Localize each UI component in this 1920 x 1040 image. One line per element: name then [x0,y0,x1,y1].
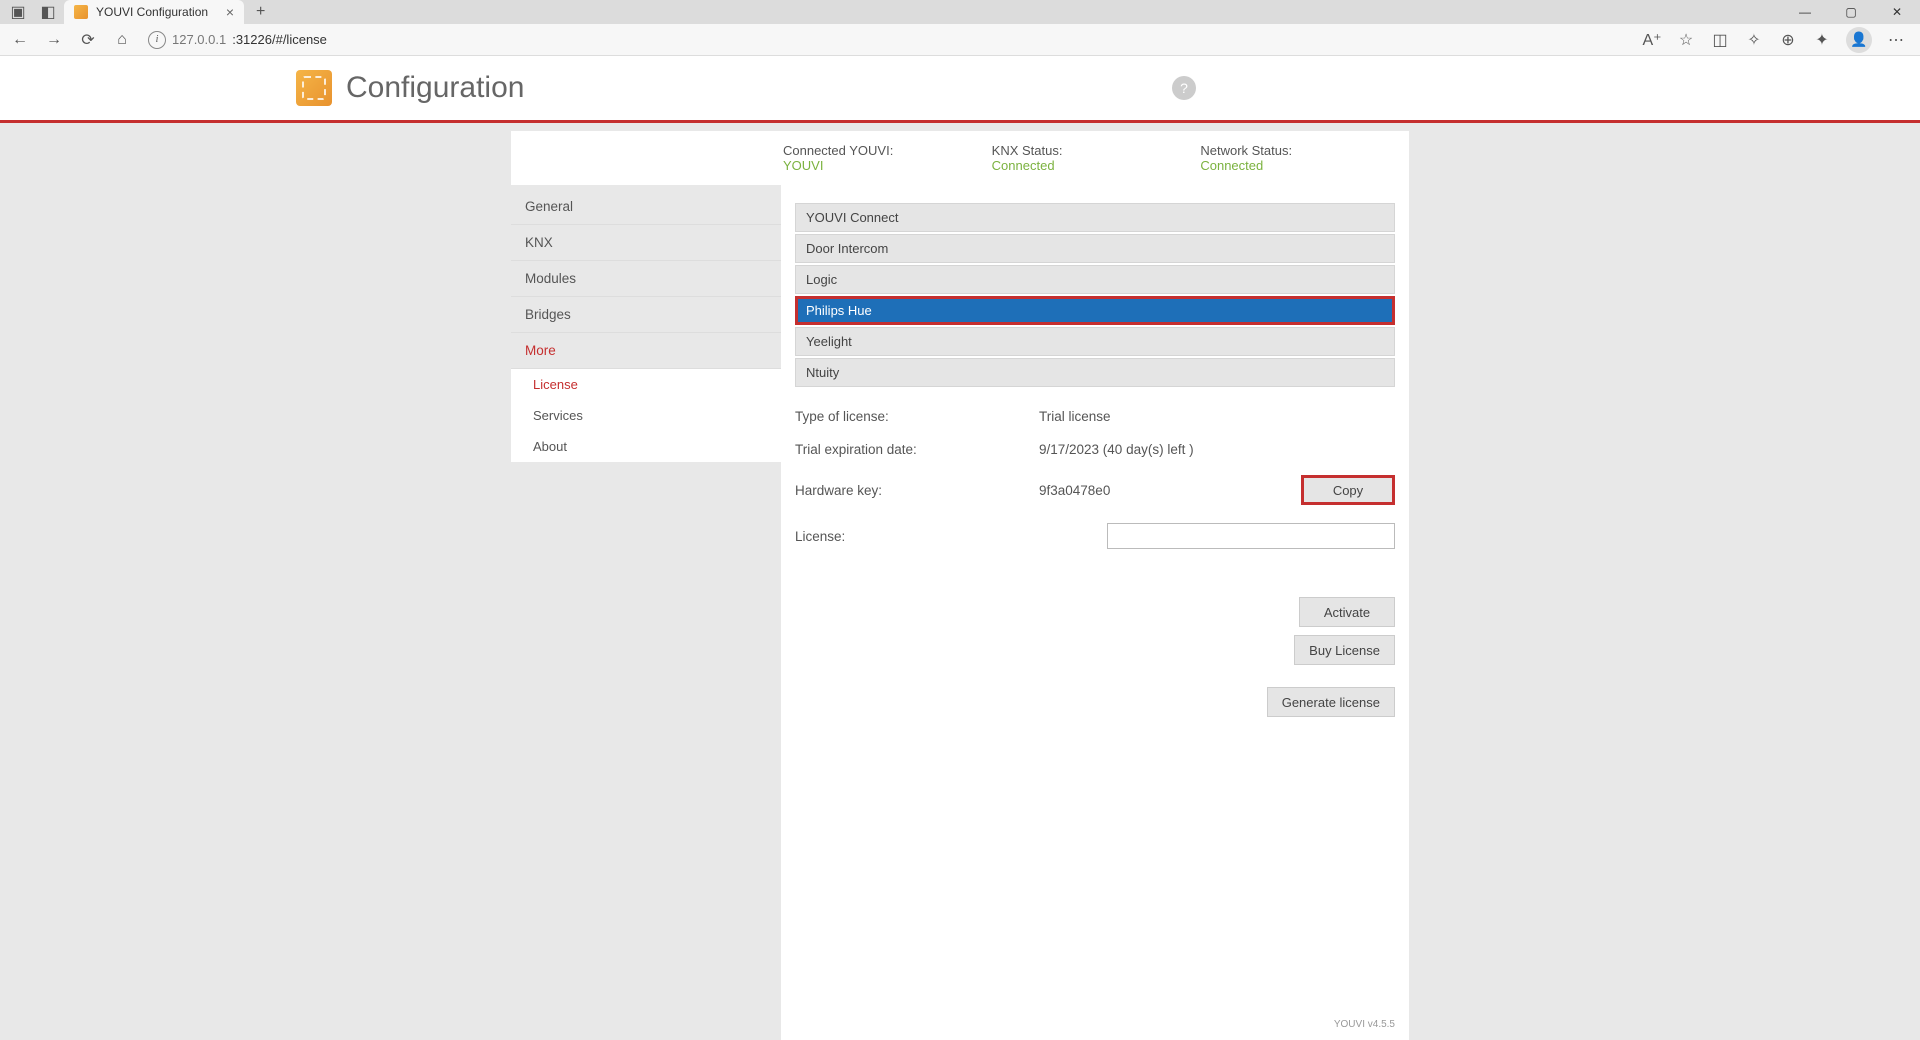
page-title: Configuration [346,71,524,105]
window-maximize-button[interactable]: ▢ [1828,0,1874,24]
module-item-logic[interactable]: Logic [795,265,1395,294]
generate-license-button[interactable]: Generate license [1267,687,1395,717]
status-network-label: Network Status: [1200,143,1409,158]
status-row: Connected YOUVI: YOUVI KNX Status: Conne… [511,131,1409,185]
forward-button[interactable]: → [42,28,66,52]
url-host: 127.0.0.1 [172,32,226,47]
license-expiration-label: Trial expiration date: [795,442,1039,457]
favorites-bar-icon[interactable]: ✧ [1744,30,1764,50]
tab-overview-icon[interactable]: ◧ [40,4,56,20]
module-item-yeelight[interactable]: Yeelight [795,327,1395,356]
activate-button[interactable]: Activate [1299,597,1395,627]
hardware-key-value: 9f3a0478e0 [1039,483,1301,498]
collections-icon[interactable]: ⊕ [1778,30,1798,50]
license-type-label: Type of license: [795,409,1039,424]
app-logo [296,70,332,106]
main-canvas: Connected YOUVI: YOUVI KNX Status: Conne… [0,123,1920,1040]
url-path: :31226/#/license [232,32,327,47]
status-connected-value: YOUVI [783,158,992,173]
home-button[interactable]: ⌂ [110,28,134,52]
window-minimize-button[interactable]: ― [1782,0,1828,24]
site-info-icon[interactable]: i [148,31,166,49]
tab-title: YOUVI Configuration [96,5,208,19]
status-connected-label: Connected YOUVI: [783,143,992,158]
reload-button[interactable]: ⟳ [76,28,100,52]
license-expiration-value: 9/17/2023 (40 day(s) left ) [1039,442,1395,457]
copy-button[interactable]: Copy [1301,475,1395,505]
browser-toolbar: ← → ⟳ ⌂ i 127.0.0.1 :31226/#/license A⁺ ☆… [0,24,1920,56]
tab-favicon [74,5,88,19]
content-area: YOUVI Connect Door Intercom Logic Philip… [781,185,1409,1040]
module-list: YOUVI Connect Door Intercom Logic Philip… [795,203,1395,387]
action-buttons: Activate Buy License Generate license [795,597,1395,717]
sidebar-item-bridges[interactable]: Bridges [511,297,781,333]
split-screen-icon[interactable]: ◫ [1710,30,1730,50]
favorite-icon[interactable]: ☆ [1676,30,1696,50]
app-header: Configuration ? [0,56,1920,120]
sidebar-item-more[interactable]: More [511,333,781,369]
sidebar-item-modules[interactable]: Modules [511,261,781,297]
help-button[interactable]: ? [1172,76,1196,100]
window-titlebar: ▣ ◧ YOUVI Configuration × + ― ▢ ✕ [0,0,1920,24]
more-menu-icon[interactable]: ⋯ [1886,30,1906,50]
back-button[interactable]: ← [8,28,32,52]
license-input-label: License: [795,529,1039,544]
sidebar-sub-about[interactable]: About [511,431,781,462]
tab-close-icon[interactable]: × [226,4,234,20]
sidebar-sub-services[interactable]: Services [511,400,781,431]
extensions-icon[interactable]: ✦ [1812,30,1832,50]
license-input[interactable] [1107,523,1395,549]
buy-license-button[interactable]: Buy License [1294,635,1395,665]
module-item-philips-hue[interactable]: Philips Hue [795,296,1395,325]
status-knx-value: Connected [992,158,1201,173]
new-tab-button[interactable]: + [250,3,271,21]
window-close-button[interactable]: ✕ [1874,0,1920,24]
version-footer: YOUVI v4.5.5 [795,1013,1395,1030]
read-aloud-icon[interactable]: A⁺ [1642,30,1662,50]
module-item-youvi-connect[interactable]: YOUVI Connect [795,203,1395,232]
profile-avatar[interactable]: 👤 [1846,27,1872,53]
app-menu-icon[interactable]: ▣ [10,4,26,20]
sidebar-item-knx[interactable]: KNX [511,225,781,261]
license-details: Type of license: Trial license Trial exp… [795,409,1395,567]
license-type-value: Trial license [1039,409,1395,424]
status-network-value: Connected [1200,158,1409,173]
module-item-ntuity[interactable]: Ntuity [795,358,1395,387]
sidebar-item-general[interactable]: General [511,189,781,225]
address-bar[interactable]: i 127.0.0.1 :31226/#/license [148,31,327,49]
config-panel: Connected YOUVI: YOUVI KNX Status: Conne… [511,131,1409,1040]
module-item-door-intercom[interactable]: Door Intercom [795,234,1395,263]
status-knx-label: KNX Status: [992,143,1201,158]
browser-tab[interactable]: YOUVI Configuration × [64,0,244,24]
hardware-key-label: Hardware key: [795,483,1039,498]
sidebar-sub-license[interactable]: License [511,369,781,400]
sidebar: General KNX Modules Bridges More License… [511,185,781,1040]
